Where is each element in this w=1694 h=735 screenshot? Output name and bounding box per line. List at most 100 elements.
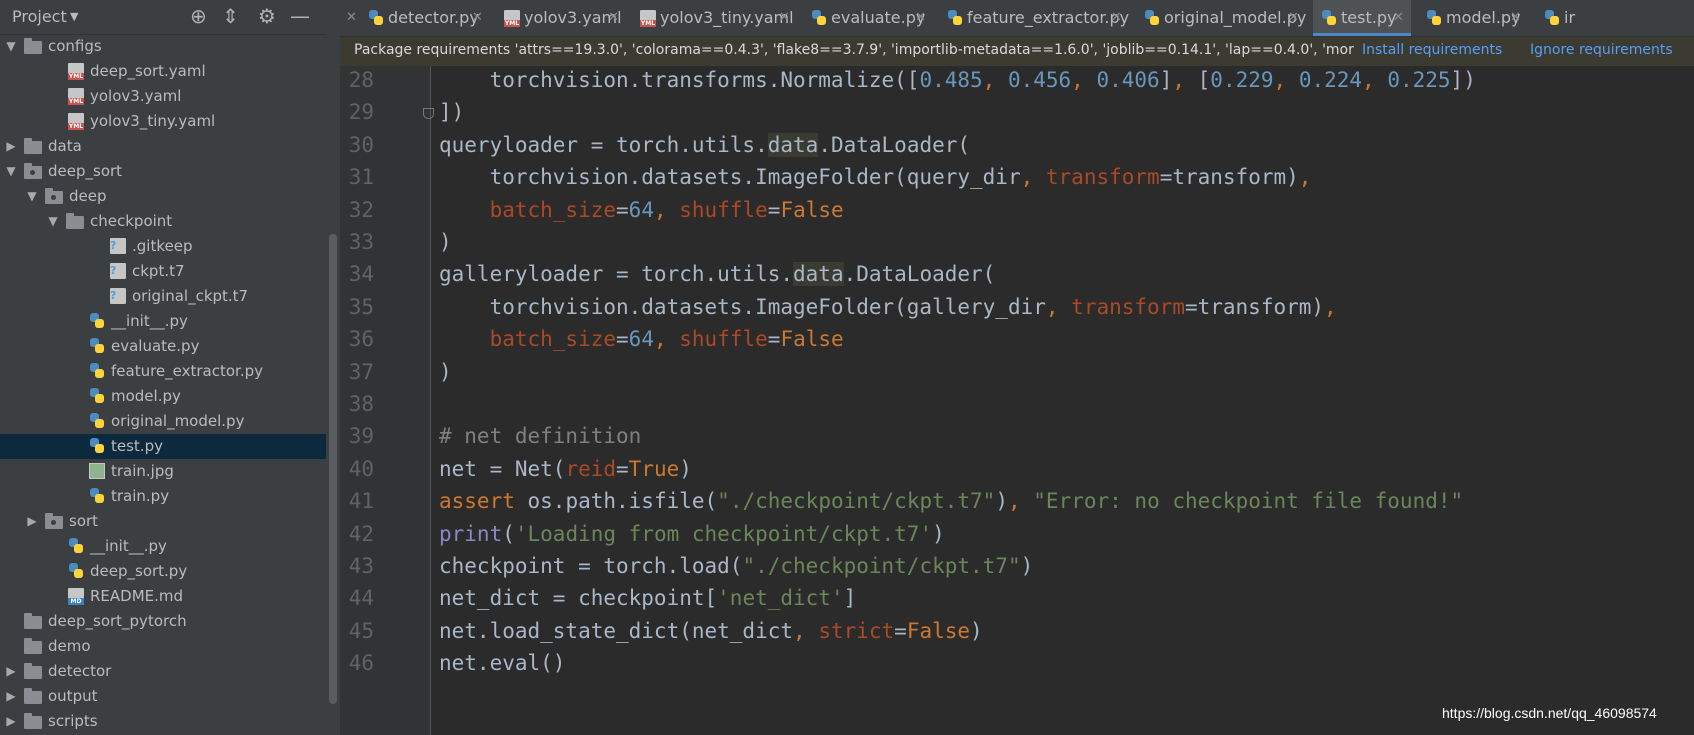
code-line[interactable]: net = Net(reid=True) [439, 457, 692, 481]
tree-item[interactable]: __init__.py [0, 534, 326, 559]
code-line[interactable]: ]) [439, 100, 464, 124]
code-token: 64 [628, 198, 654, 222]
close-icon[interactable]: ✕ [1288, 0, 1299, 36]
python-file-icon [1144, 10, 1160, 26]
collapse-arrow-icon[interactable]: ▶ [5, 134, 17, 159]
expand-arrow-icon[interactable]: ▼ [5, 34, 17, 59]
tree-item[interactable]: ▶ output [0, 684, 326, 709]
tree-item-label: checkpoint [90, 212, 173, 230]
tab-detector-py[interactable]: detector.py ✕ [360, 0, 490, 36]
code-line[interactable]: assert os.path.isfile("./checkpoint/ckpt… [439, 489, 1463, 513]
tree-item[interactable]: deep_sort_pytorch [0, 609, 326, 634]
expand-arrow-icon[interactable]: ▼ [26, 184, 38, 209]
install-requirements-link[interactable]: Install requirements [1362, 42, 1502, 58]
tree-item-label: original_model.py [111, 412, 245, 430]
tree-item[interactable]: ▼ deep_sort [0, 159, 326, 184]
code-token: False [780, 327, 844, 351]
minimize-icon[interactable]: — [290, 5, 310, 27]
code-line[interactable]: torchvision.transforms.Normalize([0.485,… [439, 68, 1476, 92]
close-icon[interactable]: ✕ [779, 0, 790, 36]
code-line[interactable]: ) [439, 360, 452, 384]
tree-item[interactable]: model.py [0, 384, 326, 409]
fold-marker-icon[interactable] [423, 108, 434, 119]
code-line[interactable]: checkpoint = torch.load("./checkpoint/ck… [439, 554, 1033, 578]
code-line[interactable]: torchvision.datasets.ImageFolder(gallery… [439, 295, 1337, 319]
collapse-arrow-icon[interactable]: ▶ [5, 684, 17, 709]
code-line[interactable]: net_dict = checkpoint['net_dict'] [439, 586, 856, 610]
tab-model-py[interactable]: model.py ✕ [1418, 0, 1528, 36]
tab-original-model-py[interactable]: original_model.py ✕ [1136, 0, 1306, 36]
line-number-gutter[interactable]: 28 29 30 31 32 33 34 35 36 37 38 39 40 41 42 43 44 45 46 [340, 66, 431, 735]
collapse-arrow-icon[interactable]: ▶ [26, 509, 38, 534]
tree-item[interactable]: demo [0, 634, 326, 659]
tree-item[interactable]: original_model.py [0, 409, 326, 434]
code-token: , [1071, 68, 1097, 92]
tree-item[interactable]: ▼ configs [0, 34, 326, 59]
tab-yolov3-yaml[interactable]: yolov3.yaml✕ [496, 0, 626, 36]
tab-ir[interactable]: ir [1536, 0, 1576, 36]
editor-tab-bar: ✕ detector.py✕yolov3.yaml✕yolov3_tiny.ya… [340, 0, 1694, 37]
code-token: = [767, 198, 781, 222]
collapse-arrow-icon[interactable]: ▶ [5, 709, 17, 734]
sidebar-scrollbar[interactable] [326, 34, 340, 735]
code-token: "./checkpoint/ckpt.t7" [742, 554, 1021, 578]
code-line[interactable]: net.eval() [439, 651, 565, 675]
code-line[interactable]: queryloader = torch.utils.data.DataLoade… [439, 133, 970, 157]
close-icon[interactable]: ✕ [608, 0, 619, 36]
tree-item[interactable]: feature_extractor.py [0, 359, 326, 384]
tree-item[interactable]: ckpt.t7 [0, 258, 326, 284]
expand-arrow-icon[interactable]: ▼ [5, 159, 17, 184]
scrollbar-thumb[interactable] [329, 234, 337, 704]
close-icon[interactable]: ✕ [342, 0, 362, 36]
tree-item[interactable]: ▶ sort [0, 509, 326, 534]
tree-item[interactable]: .gitkeep [0, 233, 326, 259]
tree-item[interactable]: yolov3_tiny.yaml [0, 109, 326, 134]
tree-item-label: deep_sort.py [90, 562, 188, 580]
code-line[interactable]: batch_size=64, shuffle=False [439, 327, 844, 351]
tree-item[interactable]: ▶ scripts [0, 709, 326, 734]
ignore-requirements-link[interactable]: Ignore requirements [1530, 42, 1673, 58]
code-token: "./checkpoint/ckpt.t7" [717, 489, 996, 513]
close-icon[interactable]: ✕ [1510, 0, 1521, 36]
tab-feature-extractor-py[interactable]: feature_extractor.py ✕ [939, 0, 1129, 36]
code-line[interactable]: # net definition [439, 424, 641, 448]
code-line[interactable]: ) [439, 230, 452, 254]
tree-item[interactable]: original_ckpt.t7 [0, 283, 326, 309]
code-line[interactable]: galleryloader = torch.utils.data.DataLoa… [439, 262, 995, 286]
tree-item[interactable]: ▶ detector [0, 659, 326, 684]
tree-item[interactable]: README.md [0, 584, 326, 609]
tree-item[interactable]: yolov3.yaml [0, 84, 326, 109]
collapse-all-icon[interactable]: ⇕ [222, 5, 239, 27]
tree-item[interactable]: ▶ data [0, 134, 326, 159]
code-token: ( [502, 522, 515, 546]
line-number: 40 [348, 457, 374, 481]
code-line[interactable]: torchvision.datasets.ImageFolder(query_d… [439, 165, 1312, 189]
tab-yolov3-tiny-yaml[interactable]: yolov3_tiny.yaml✕ [632, 0, 797, 36]
locate-icon[interactable]: ⊕ [190, 5, 207, 27]
tree-item[interactable]: deep_sort.yaml [0, 59, 326, 84]
tab-test-py[interactable]: test.py ✕ [1313, 0, 1411, 36]
code-editor[interactable]: 28 29 30 31 32 33 34 35 36 37 38 39 40 41 42 43 44 45 46 t… [340, 66, 1694, 735]
code-line[interactable]: print('Loading from checkpoint/ckpt.t7') [439, 522, 945, 546]
code-line[interactable]: batch_size=64, shuffle=False [439, 198, 844, 222]
close-icon[interactable]: ✕ [472, 0, 483, 36]
expand-arrow-icon[interactable]: ▼ [47, 209, 59, 234]
gear-icon[interactable]: ⚙ [258, 5, 276, 27]
tree-item[interactable]: train.py [0, 484, 326, 509]
tree-item[interactable]: __init__.py [0, 309, 326, 334]
tree-item[interactable]: ▼ deep [0, 184, 326, 209]
code-line[interactable]: net.load_state_dict(net_dict, strict=Fal… [439, 619, 983, 643]
tree-item[interactable]: test.py [0, 434, 326, 459]
project-view-title[interactable]: Project [12, 7, 67, 26]
tree-item[interactable]: ▼ checkpoint [0, 209, 326, 234]
close-icon[interactable]: ✕ [1393, 0, 1404, 36]
tab-evaluate-py[interactable]: evaluate.py ✕ [803, 0, 933, 36]
chevron-down-icon[interactable]: ▼ [70, 10, 78, 23]
close-icon[interactable]: ✕ [1111, 0, 1122, 36]
tree-item[interactable]: deep_sort.py [0, 559, 326, 584]
collapse-arrow-icon[interactable]: ▶ [5, 659, 17, 684]
tree-item[interactable]: evaluate.py [0, 334, 326, 359]
close-icon[interactable]: ✕ [915, 0, 926, 36]
tree-item[interactable]: train.jpg [0, 459, 326, 484]
tab-label: ir [1564, 8, 1576, 27]
